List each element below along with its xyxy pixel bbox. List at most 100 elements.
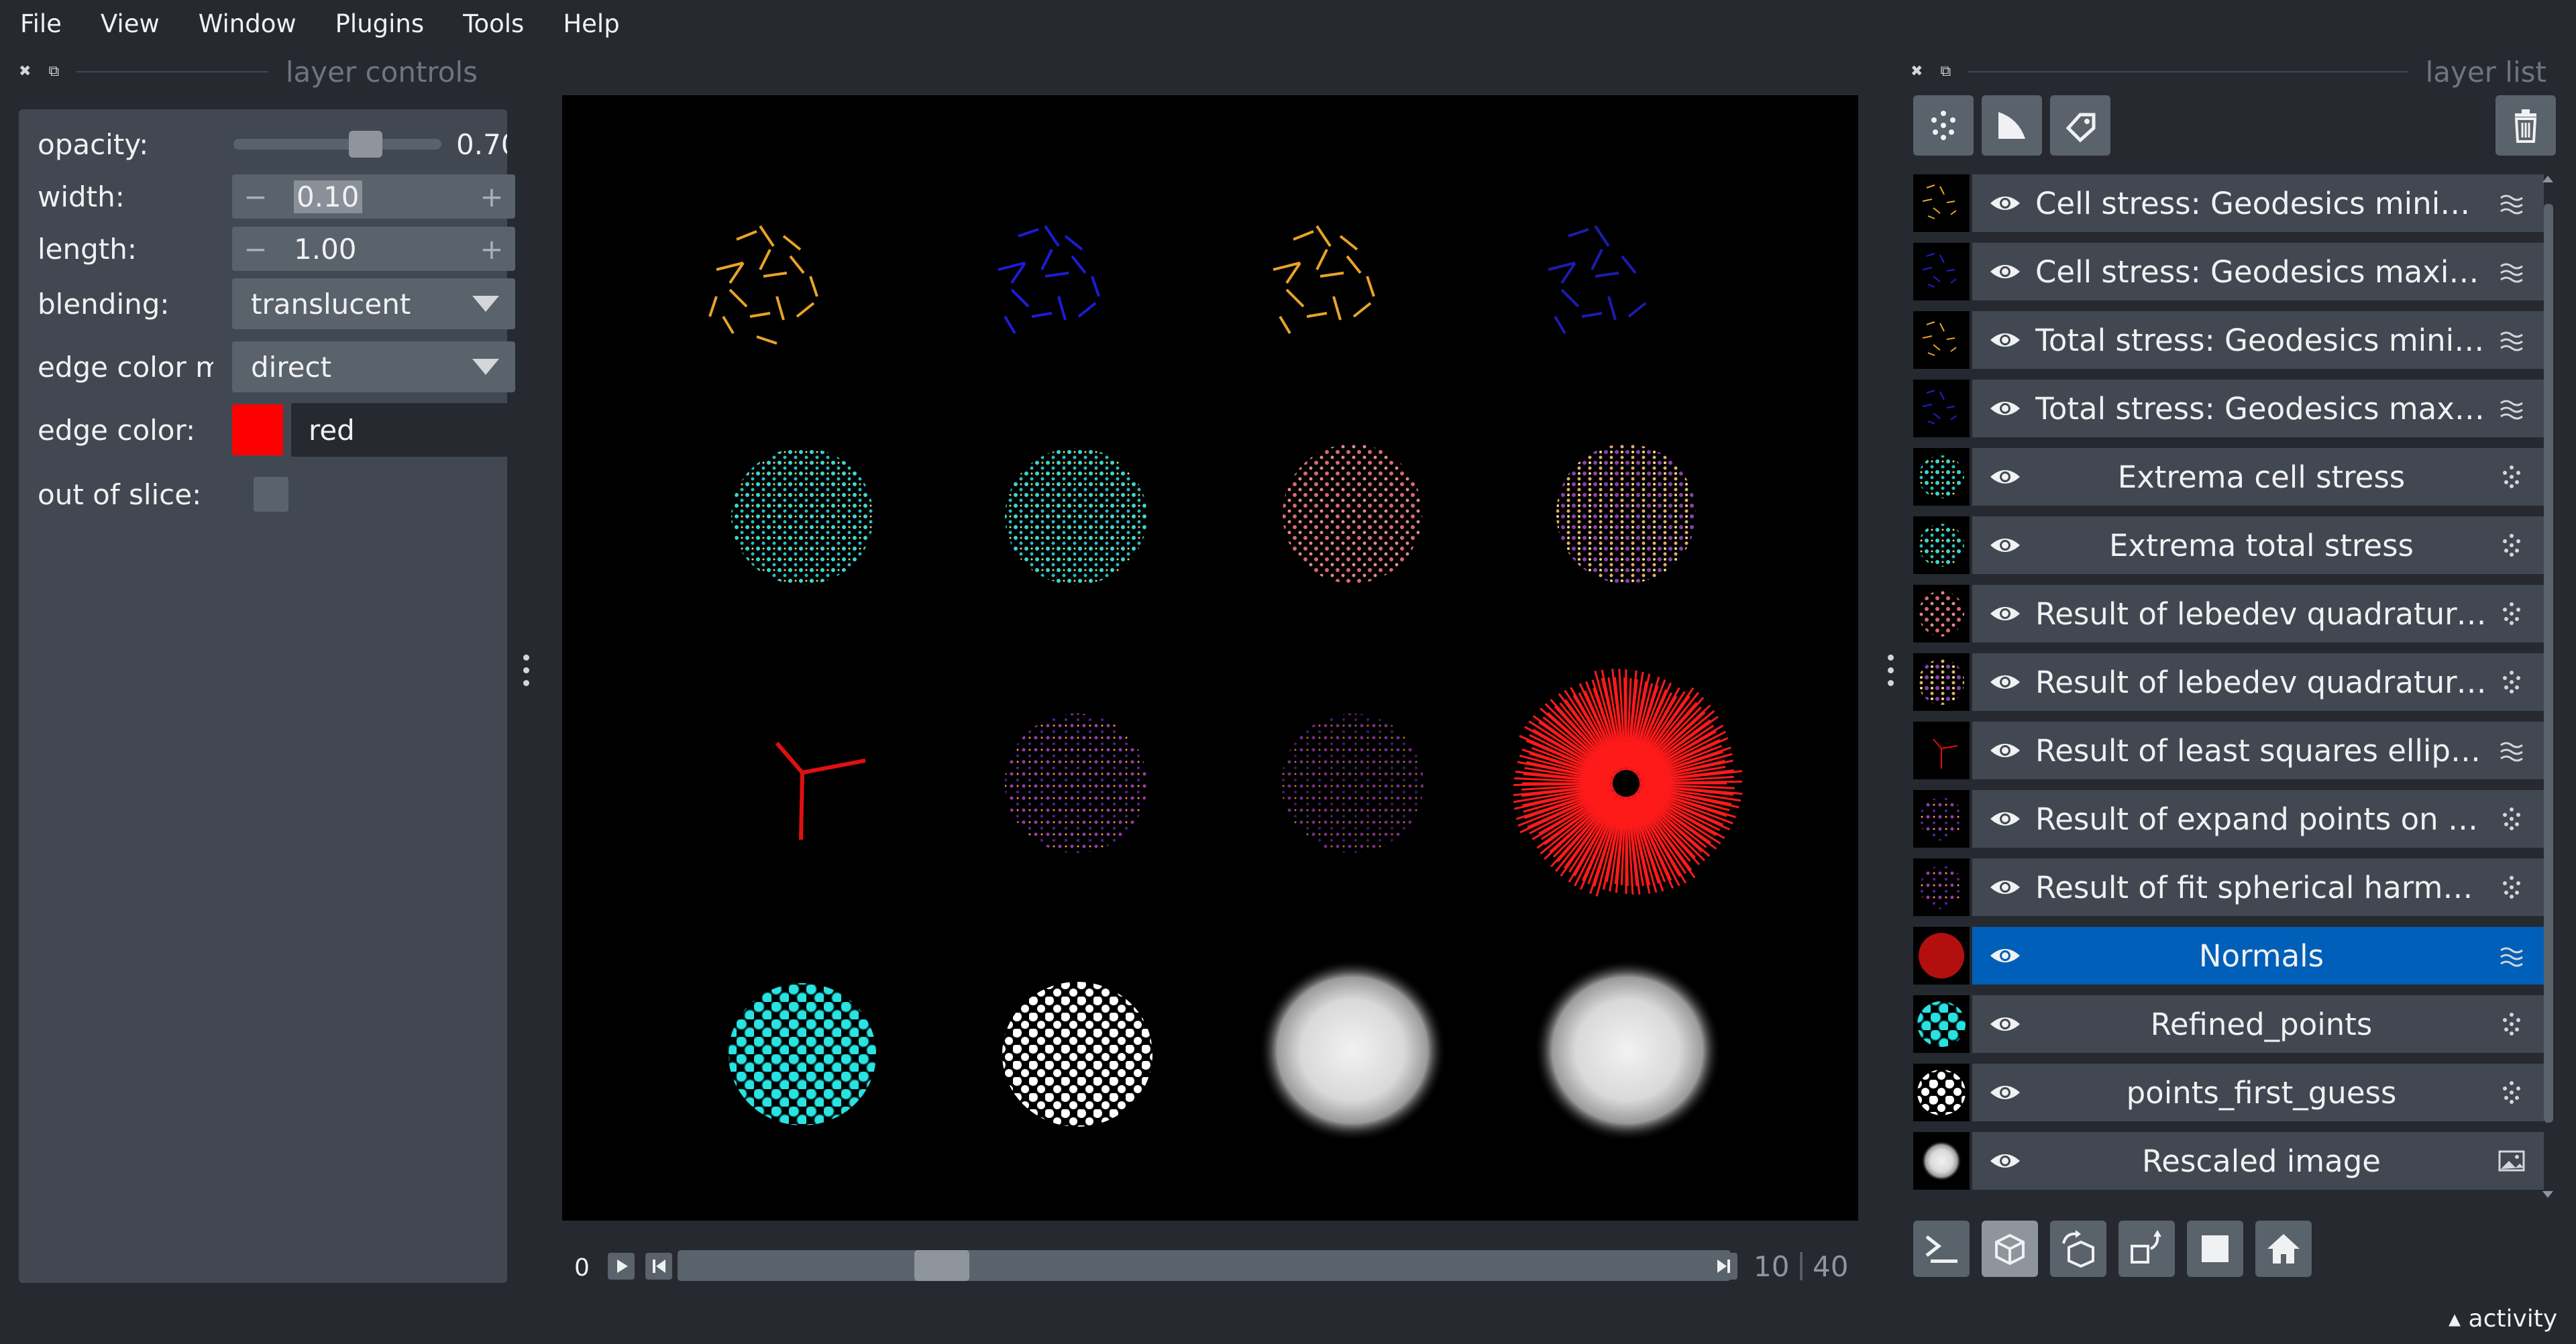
toggle-3d-button[interactable] <box>1982 1221 2038 1277</box>
layer-row[interactable]: points_first_guess <box>1913 1062 2544 1124</box>
new-labels-button[interactable] <box>2050 95 2110 156</box>
visibility-eye-icon[interactable] <box>1988 604 2022 624</box>
length-value[interactable]: 1.00 <box>279 233 468 266</box>
visibility-eye-icon[interactable] <box>1988 877 2022 897</box>
layer-row[interactable]: Total stress: Geodesics minim... <box>1913 310 2544 372</box>
length-spinbox[interactable]: − 1.00 + <box>232 227 515 271</box>
layer-row[interactable]: Result of least squares ellipsoid <box>1913 720 2544 782</box>
roll-dims-button[interactable] <box>2050 1221 2106 1277</box>
layer-row[interactable]: Result of expand points on ell... <box>1913 789 2544 850</box>
layer-name[interactable]: Total stress: Geodesics minim... <box>2035 323 2487 358</box>
layer-item[interactable]: Result of fit spherical harmoni... <box>1972 858 2544 916</box>
layer-name[interactable]: Rescaled image <box>2035 1143 2487 1179</box>
menu-view[interactable]: View <box>98 0 162 48</box>
layer-item[interactable]: Result of expand points on ell... <box>1972 790 2544 848</box>
layer-item[interactable]: Total stress: Geodesics maxim... <box>1972 380 2544 437</box>
layer-name[interactable]: Total stress: Geodesics maxim... <box>2035 391 2487 427</box>
layer-name[interactable]: Result of lebedev quadrature ... <box>2035 596 2487 632</box>
layer-name[interactable]: Extrema cell stress <box>2035 459 2487 495</box>
step-back-button[interactable] <box>645 1253 672 1280</box>
layer-item[interactable]: Extrema total stress <box>1972 516 2544 574</box>
dims-slider-track[interactable] <box>678 1250 1731 1281</box>
menu-tools[interactable]: Tools <box>460 0 527 48</box>
edge-color-swatch[interactable] <box>232 404 283 455</box>
new-shapes-button[interactable] <box>1982 95 2042 156</box>
dims-slider-value[interactable]: 10 <box>1754 1250 1789 1283</box>
layer-item[interactable]: Cell stress: Geodesics maxima... <box>1972 243 2544 300</box>
length-increment-button[interactable]: + <box>468 233 515 266</box>
layer-name[interactable]: Normals <box>2035 938 2487 974</box>
layer-row[interactable]: Extrema cell stress <box>1913 447 2544 508</box>
grid-mode-button[interactable] <box>2187 1221 2243 1277</box>
visibility-eye-icon[interactable] <box>1988 330 2022 350</box>
dock-close-icon[interactable]: ✖ <box>1911 64 1923 79</box>
blending-dropdown[interactable]: translucent <box>232 278 515 329</box>
visibility-eye-icon[interactable] <box>1988 398 2022 418</box>
edge-color-input[interactable]: red <box>291 403 515 457</box>
layer-name[interactable]: Result of fit spherical harmoni... <box>2035 870 2487 905</box>
layer-name[interactable]: Result of least squares ellipsoid <box>2035 733 2487 769</box>
layer-item[interactable]: Result of lebedev quadrature ... <box>1972 653 2544 711</box>
layer-name[interactable]: Extrema total stress <box>2035 528 2487 563</box>
visibility-eye-icon[interactable] <box>1988 809 2022 829</box>
right-splitter-handle[interactable] <box>1888 655 1894 686</box>
visibility-eye-icon[interactable] <box>1988 1082 2022 1103</box>
visibility-eye-icon[interactable] <box>1988 1014 2022 1034</box>
dims-slider-handle[interactable] <box>914 1250 969 1281</box>
width-spinbox[interactable]: − 0.10 + <box>232 174 515 219</box>
dock-float-icon[interactable]: ⧉ <box>1940 64 1951 79</box>
delete-layer-button[interactable] <box>2496 95 2556 156</box>
layer-list-scrollbar[interactable] <box>2538 173 2557 1202</box>
layer-name[interactable]: Refined_points <box>2035 1007 2487 1042</box>
out-of-slice-checkbox[interactable] <box>254 477 288 512</box>
visibility-eye-icon[interactable] <box>1988 672 2022 692</box>
visibility-eye-icon[interactable] <box>1988 740 2022 761</box>
length-decrement-button[interactable]: − <box>232 233 279 266</box>
console-button[interactable] <box>1913 1221 1970 1277</box>
step-forward-button[interactable] <box>1711 1253 1737 1280</box>
visibility-eye-icon[interactable] <box>1988 467 2022 487</box>
layer-row[interactable]: Cell stress: Geodesics minima... <box>1913 173 2544 235</box>
layer-row[interactable]: Total stress: Geodesics maxim... <box>1913 378 2544 440</box>
new-points-button[interactable] <box>1913 95 1974 156</box>
layer-item[interactable]: points_first_guess <box>1972 1064 2544 1121</box>
viewer-canvas[interactable] <box>562 95 1858 1221</box>
layer-row[interactable]: Normals <box>1913 926 2544 987</box>
width-decrement-button[interactable]: − <box>232 180 279 213</box>
layer-item[interactable]: Normals <box>1972 927 2544 985</box>
dock-close-icon[interactable]: ✖ <box>19 64 31 79</box>
dock-float-icon[interactable]: ⧉ <box>48 64 59 79</box>
layer-row[interactable]: Result of fit spherical harmoni... <box>1913 857 2544 919</box>
left-splitter-handle[interactable] <box>523 655 530 686</box>
layer-row[interactable]: Result of lebedev quadrature ... <box>1913 583 2544 645</box>
layer-row[interactable]: Result of lebedev quadrature ... <box>1913 652 2544 714</box>
layer-item[interactable]: Total stress: Geodesics minim... <box>1972 311 2544 369</box>
layer-item[interactable]: Refined_points <box>1972 995 2544 1053</box>
layer-item[interactable]: Extrema cell stress <box>1972 448 2544 506</box>
opacity-slider[interactable] <box>233 139 441 150</box>
visibility-eye-icon[interactable] <box>1988 193 2022 213</box>
menu-help[interactable]: Help <box>560 0 622 48</box>
layer-name[interactable]: Cell stress: Geodesics minima... <box>2035 186 2487 221</box>
edge-color-mode-dropdown[interactable]: direct <box>232 341 515 392</box>
visibility-eye-icon[interactable] <box>1988 1151 2022 1171</box>
layer-name[interactable]: Result of expand points on ell... <box>2035 801 2487 837</box>
menu-plugins[interactable]: Plugins <box>333 0 427 48</box>
layer-name[interactable]: Cell stress: Geodesics maxima... <box>2035 254 2487 290</box>
width-increment-button[interactable]: + <box>468 180 515 213</box>
layer-list[interactable]: Cell stress: Geodesics minima... Cell str… <box>1913 173 2544 1202</box>
visibility-eye-icon[interactable] <box>1988 535 2022 555</box>
layer-name[interactable]: points_first_guess <box>2035 1075 2487 1111</box>
layer-row[interactable]: Rescaled image <box>1913 1131 2544 1192</box>
activity-button[interactable]: ▴ activity <box>2449 1305 2557 1333</box>
layer-row[interactable]: Refined_points <box>1913 994 2544 1056</box>
width-value[interactable]: 0.10 <box>279 180 468 213</box>
layer-item[interactable]: Result of lebedev quadrature ... <box>1972 585 2544 642</box>
layer-name[interactable]: Result of lebedev quadrature ... <box>2035 665 2487 700</box>
layer-row[interactable]: Cell stress: Geodesics maxima... <box>1913 241 2544 303</box>
opacity-slider-handle[interactable] <box>349 131 382 158</box>
visibility-eye-icon[interactable] <box>1988 946 2022 966</box>
transpose-button[interactable] <box>2118 1221 2175 1277</box>
layer-item[interactable]: Rescaled image <box>1972 1132 2544 1190</box>
menu-window[interactable]: Window <box>196 0 299 48</box>
